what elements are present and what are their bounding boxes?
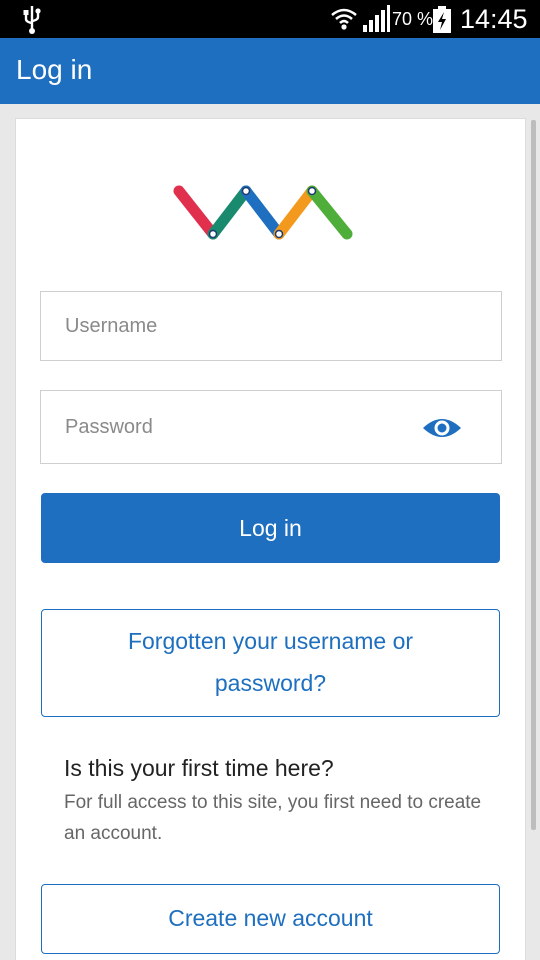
status-bar: 70 % 14:45	[0, 0, 540, 38]
battery-charging-icon	[433, 6, 451, 33]
password-field[interactable]	[40, 390, 502, 464]
app-bar: Log in	[0, 38, 540, 104]
username-field[interactable]	[40, 291, 502, 361]
forgot-credentials-button[interactable]: Forgotten your username or password?	[41, 609, 500, 717]
create-account-button[interactable]: Create new account	[41, 884, 500, 954]
signup-description: For full access to this site, you first …	[64, 792, 482, 844]
page-title: Log in	[16, 54, 93, 85]
username-input[interactable]	[65, 292, 405, 360]
usb-icon	[23, 6, 41, 34]
wifi-icon	[331, 8, 357, 30]
scrollbar[interactable]	[531, 120, 536, 830]
battery-percent: 70 %	[392, 9, 434, 29]
password-input[interactable]	[65, 391, 405, 463]
clock: 14:45	[460, 4, 528, 34]
eye-icon[interactable]	[421, 413, 463, 443]
signup-heading: Is this your first time here?	[64, 755, 334, 781]
login-card: Log in Forgotten your username or passwo…	[15, 118, 526, 960]
signal-icon	[363, 5, 390, 32]
site-logo	[173, 185, 353, 240]
login-button[interactable]: Log in	[41, 493, 500, 563]
